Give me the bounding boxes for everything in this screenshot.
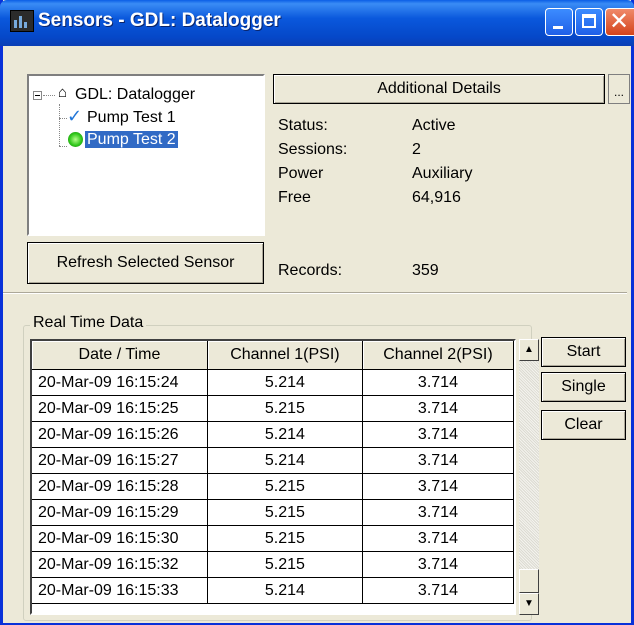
maximize-icon [582, 14, 596, 28]
arrow-up-icon: ▲ [524, 344, 534, 355]
cell-channel-1[interactable]: 5.214 [207, 447, 363, 474]
column-header-channel-2[interactable]: Channel 2(PSI) [362, 341, 515, 370]
cell-channel-1[interactable]: 5.214 [207, 369, 363, 396]
records-label: Records: [278, 262, 343, 279]
cell-channel-2[interactable]: 3.714 [362, 499, 515, 526]
tree-item-pump-test-2-label: Pump Test 2 [85, 131, 178, 148]
table-row[interactable]: 20-Mar-09 16:15:27 5.214 3.714 [32, 447, 515, 474]
cell-datetime[interactable]: 20-Mar-09 16:15:27 [32, 447, 208, 474]
single-button[interactable]: Single [541, 372, 626, 402]
tree-root-label[interactable]: GDL: Datalogger [75, 84, 195, 106]
checkmark-icon: ✓ [67, 106, 83, 126]
table-row[interactable]: 20-Mar-09 16:15:33 5.214 3.714 [32, 577, 515, 604]
cell-channel-2[interactable]: 3.714 [362, 551, 515, 578]
power-value: Auxiliary [412, 165, 473, 182]
cell-channel-1[interactable]: 5.215 [207, 473, 363, 500]
status-value: Active [412, 117, 456, 134]
clear-button[interactable]: Clear [541, 410, 626, 440]
close-icon: ✕ [609, 8, 630, 35]
scroll-down-button[interactable]: ▼ [519, 593, 539, 615]
cell-channel-1[interactable]: 5.215 [207, 525, 363, 552]
title-bar[interactable]: Sensors - GDL: Datalogger ✕ [0, 0, 634, 46]
cell-datetime[interactable]: 20-Mar-09 16:15:32 [32, 551, 208, 578]
maximize-button[interactable] [575, 8, 603, 36]
cell-datetime[interactable]: 20-Mar-09 16:15:28 [32, 473, 208, 500]
cell-datetime[interactable]: 20-Mar-09 16:15:26 [32, 421, 208, 448]
minimize-button[interactable] [545, 8, 573, 36]
cell-datetime[interactable]: 20-Mar-09 16:15:30 [32, 525, 208, 552]
cell-channel-2[interactable]: 3.714 [362, 421, 515, 448]
cell-datetime[interactable]: 20-Mar-09 16:15:29 [32, 499, 208, 526]
column-header-channel-1[interactable]: Channel 1(PSI) [207, 341, 363, 370]
sessions-value: 2 [412, 141, 421, 158]
free-value: 64,916 [412, 189, 461, 206]
real-time-data-title: Real Time Data [30, 314, 147, 332]
cell-datetime[interactable]: 20-Mar-09 16:15:24 [32, 369, 208, 396]
cell-channel-2[interactable]: 3.714 [362, 395, 515, 422]
column-header-datetime[interactable]: Date / Time [32, 341, 208, 370]
cell-channel-2[interactable]: 3.714 [362, 369, 515, 396]
cell-channel-1[interactable]: 5.215 [207, 551, 363, 578]
app-chart-icon [10, 10, 34, 32]
records-value: 359 [412, 262, 439, 279]
green-sensor-icon [68, 132, 83, 147]
table-row[interactable]: 20-Mar-09 16:15:30 5.215 3.714 [32, 525, 515, 552]
cell-channel-2[interactable]: 3.714 [362, 577, 515, 604]
tree-item-pump-test-1[interactable]: Pump Test 1 [87, 107, 176, 129]
sensor-tree[interactable]: ⌂ GDL: Datalogger ✓ Pump Test 1 Pump Tes… [27, 74, 265, 236]
cell-channel-1[interactable]: 5.215 [207, 395, 363, 422]
details-more-button[interactable]: ... [608, 74, 630, 104]
tree-item-pump-test-2[interactable]: Pump Test 2 [85, 129, 178, 151]
cell-datetime[interactable]: 20-Mar-09 16:15:33 [32, 577, 208, 604]
cell-channel-2[interactable]: 3.714 [362, 447, 515, 474]
additional-details-button[interactable]: Additional Details [273, 74, 605, 104]
separator [3, 292, 627, 294]
cell-channel-2[interactable]: 3.714 [362, 473, 515, 500]
cell-channel-1[interactable]: 5.214 [207, 577, 363, 604]
cell-channel-2[interactable]: 3.714 [362, 525, 515, 552]
scroll-thumb[interactable] [519, 569, 539, 593]
cell-channel-1[interactable]: 5.215 [207, 499, 363, 526]
table-row[interactable]: 20-Mar-09 16:15:24 5.214 3.714 [32, 369, 515, 396]
window-title: Sensors - GDL: Datalogger [38, 10, 281, 31]
cell-channel-1[interactable]: 5.214 [207, 421, 363, 448]
cell-datetime[interactable]: 20-Mar-09 16:15:25 [32, 395, 208, 422]
close-button[interactable]: ✕ [605, 8, 634, 36]
collapse-icon[interactable] [33, 91, 42, 100]
table-row[interactable]: 20-Mar-09 16:15:28 5.215 3.714 [32, 473, 515, 500]
table-row[interactable]: 20-Mar-09 16:15:32 5.215 3.714 [32, 551, 515, 578]
table-row[interactable]: 20-Mar-09 16:15:25 5.215 3.714 [32, 395, 515, 422]
grid-vertical-scrollbar[interactable]: ▲ ▼ [519, 339, 539, 615]
table-row[interactable]: 20-Mar-09 16:15:26 5.214 3.714 [32, 421, 515, 448]
table-row[interactable]: 20-Mar-09 16:15:29 5.215 3.714 [32, 499, 515, 526]
power-label: Power [278, 165, 324, 182]
status-label: Status: [278, 117, 328, 134]
minimize-icon [553, 26, 563, 29]
real-time-data-grid[interactable]: Date / Time Channel 1(PSI) Channel 2(PSI… [30, 339, 516, 615]
sessions-label: Sessions: [278, 141, 348, 158]
datalogger-icon: ⌂ [58, 84, 68, 101]
arrow-down-icon: ▼ [524, 598, 534, 609]
scroll-up-button[interactable]: ▲ [519, 339, 539, 361]
start-button[interactable]: Start [541, 337, 626, 367]
free-label: Free [278, 189, 311, 206]
refresh-selected-sensor-button[interactable]: Refresh Selected Sensor [27, 242, 264, 284]
